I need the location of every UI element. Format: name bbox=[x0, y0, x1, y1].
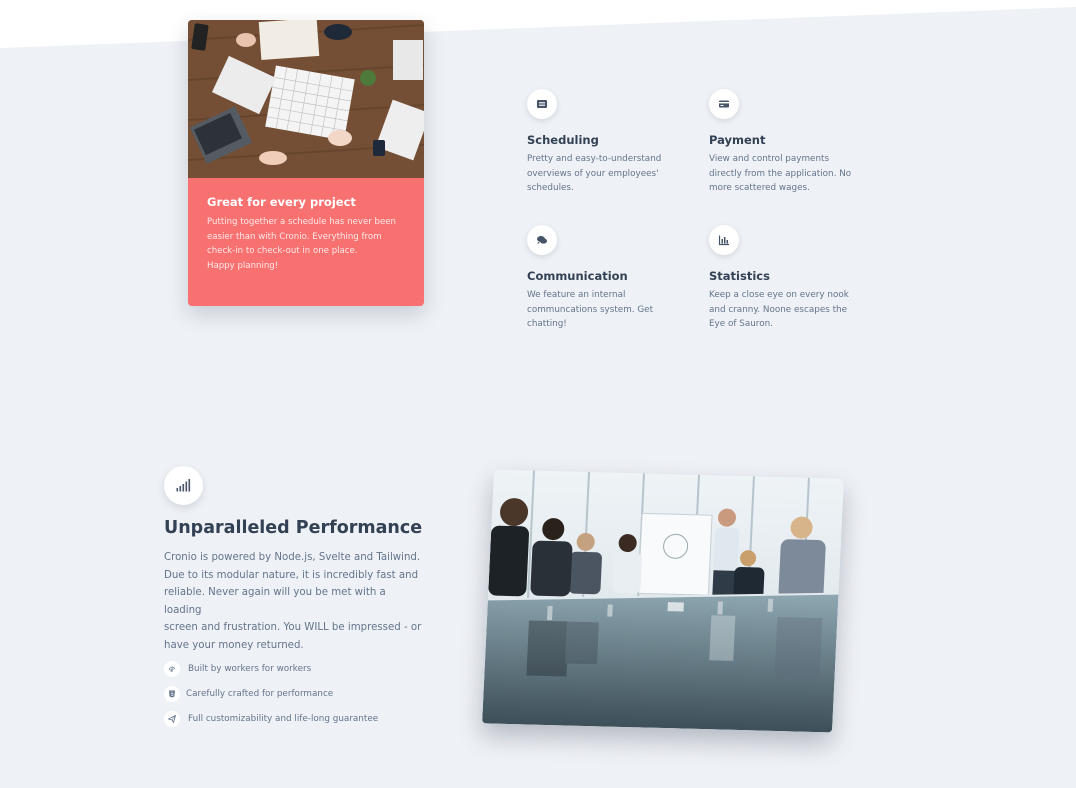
meeting-photo bbox=[482, 469, 844, 733]
feature-statistics: Statistics Keep a close eye on every noo… bbox=[709, 225, 859, 332]
section-description: Cronio is powered by Node.js, Svelte and… bbox=[164, 552, 422, 651]
feature-title: Scheduling bbox=[527, 133, 599, 147]
project-card: Great for every project Putting together… bbox=[188, 20, 424, 306]
section-title: Unparalleled Performance bbox=[164, 518, 423, 538]
list-item: Full customizability and life-long guara… bbox=[164, 706, 378, 731]
html5-icon bbox=[164, 685, 180, 702]
feature-communication: Communication We feature an internal comm… bbox=[527, 225, 677, 332]
top-wave bbox=[0, 0, 1076, 48]
feature-title: Statistics bbox=[709, 269, 770, 283]
card-title: Great for every project bbox=[207, 195, 356, 209]
feature-scheduling: Scheduling Pretty and easy-to-understand… bbox=[527, 89, 677, 196]
feature-title: Payment bbox=[709, 133, 766, 147]
list-item-label: Full customizability and life-long guara… bbox=[188, 713, 379, 724]
paper-plane-icon bbox=[164, 710, 180, 727]
signal-bars-icon bbox=[164, 466, 203, 505]
chart-bar-icon bbox=[709, 225, 739, 255]
list-item-label: Built by workers for workers bbox=[188, 663, 312, 674]
feature-payment: Payment View and control payments directl… bbox=[709, 89, 859, 196]
list-item: Carefully crafted for performance bbox=[164, 681, 378, 706]
feature-description: We feature an internal communcations syst… bbox=[527, 290, 654, 329]
list-item: Built by workers for workers bbox=[164, 656, 378, 681]
feature-description: Pretty and easy-to-understand overviews o… bbox=[527, 154, 662, 193]
feature-description: View and control payments directly from t… bbox=[709, 154, 852, 193]
comments-icon bbox=[527, 225, 557, 255]
card-description: Putting together a schedule has never be… bbox=[207, 217, 396, 271]
list-item-label: Carefully crafted for performance bbox=[186, 688, 334, 699]
credit-card-icon bbox=[709, 89, 739, 119]
feature-list: Built by workers for workers Carefully c… bbox=[164, 656, 378, 731]
feature-title: Communication bbox=[527, 269, 628, 283]
office-desk-photo bbox=[188, 20, 424, 178]
fingerprint-icon bbox=[164, 660, 180, 677]
list-icon bbox=[527, 89, 557, 119]
feature-description: Keep a close eye on every nook and cranny… bbox=[709, 290, 849, 329]
